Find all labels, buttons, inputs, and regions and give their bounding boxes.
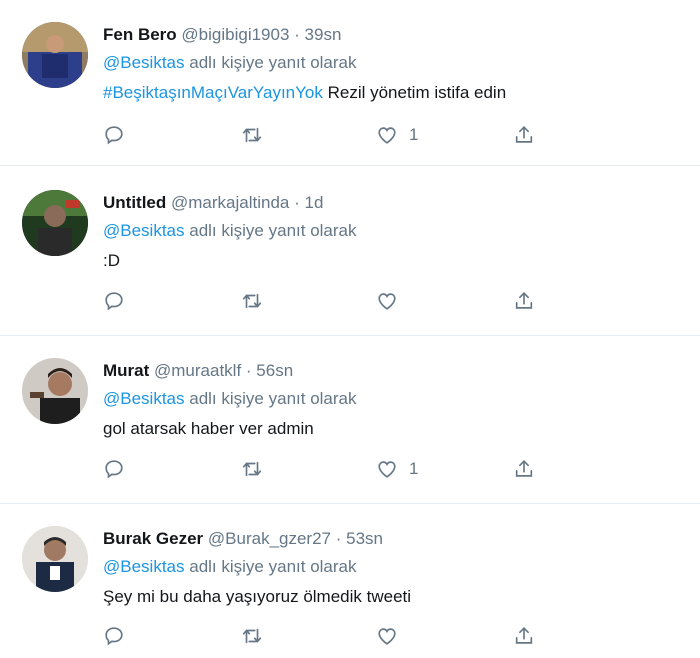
retweet-button[interactable] [241, 454, 263, 484]
avatar[interactable] [22, 526, 88, 592]
retweet-button[interactable] [241, 120, 263, 150]
reply-icon [105, 126, 123, 145]
reply-context: @Besiktas adlı kişiye yanıt olarak [103, 382, 690, 415]
reply-icon [105, 292, 123, 311]
author-handle[interactable]: @muraatklf [154, 361, 241, 380]
retweet-button[interactable] [241, 621, 263, 651]
tweet-time[interactable]: · 56sn [246, 361, 293, 380]
mention-link[interactable]: @Besiktas [103, 221, 185, 240]
tweet-text: Şey mi bu daha yaşıyoruz ölmedik tweeti [103, 580, 690, 613]
like-count: 1 [409, 459, 419, 478]
retweet-icon [242, 293, 262, 309]
retweet-button[interactable] [241, 286, 263, 316]
reply-context: @Besiktas adlı kişiye yanıt olarak [103, 550, 690, 583]
reply-button[interactable] [103, 286, 125, 316]
like-button[interactable]: 1 [376, 120, 418, 150]
tweet-body: Şey mi bu daha yaşıyoruz ölmedik tweeti [103, 587, 412, 606]
tweet-body: Rezil yönetim istifa edin [322, 83, 507, 102]
reply-button[interactable] [103, 120, 125, 150]
tweet-time[interactable]: · 1d [294, 193, 323, 212]
author-name[interactable]: Murat [103, 361, 149, 380]
reply-label: adlı kişiye yanıt olarak [189, 53, 357, 72]
reply-icon [105, 627, 123, 646]
like-icon [378, 628, 396, 645]
like-icon [378, 461, 396, 478]
share-button[interactable] [513, 621, 535, 651]
like-button[interactable] [376, 621, 409, 651]
tweet[interactable]: Murat @muraatklf · 56sn @Besiktas adlı k… [0, 336, 700, 504]
tweet-body: gol atarsak haber ver admin [103, 419, 314, 438]
author-handle[interactable]: @markajaltinda [171, 193, 289, 212]
share-icon [515, 126, 533, 143]
author-handle[interactable]: @Burak_gzer27 [208, 529, 331, 548]
reply-button[interactable] [103, 621, 125, 651]
like-icon [378, 127, 396, 144]
author-handle[interactable]: @bigibigi1903 [181, 25, 289, 44]
tweet-actions [103, 621, 663, 651]
tweet-text: #BeşiktaşınMaçıVarYayınYok Rezil yönetim… [103, 76, 690, 109]
avatar[interactable] [22, 22, 88, 88]
tweet-time[interactable]: · 53sn [336, 529, 383, 548]
like-button[interactable] [376, 286, 409, 316]
author-name[interactable]: Burak Gezer [103, 529, 203, 548]
tweet-text: gol atarsak haber ver admin [103, 412, 690, 445]
mention-link[interactable]: @Besiktas [103, 557, 185, 576]
share-button[interactable] [513, 454, 535, 484]
mention-link[interactable]: @Besiktas [103, 389, 185, 408]
share-button[interactable] [513, 120, 535, 150]
tweet-time[interactable]: · 39sn [294, 25, 341, 44]
reply-label: adlı kişiye yanıt olarak [189, 557, 357, 576]
reply-label: adlı kişiye yanıt olarak [189, 221, 357, 240]
retweet-icon [242, 127, 262, 143]
share-button[interactable] [513, 286, 535, 316]
share-icon [515, 460, 533, 477]
tweet[interactable]: Untitled @markajaltinda · 1d @Besiktas a… [0, 166, 700, 336]
retweet-icon [242, 628, 262, 644]
share-icon [515, 292, 533, 309]
share-icon [515, 627, 533, 644]
author-name[interactable]: Fen Bero [103, 25, 177, 44]
mention-link[interactable]: @Besiktas [103, 53, 185, 72]
avatar[interactable] [22, 358, 88, 424]
tweet-actions: 1 [103, 120, 663, 150]
tweet[interactable]: Burak Gezer @Burak_gzer27 · 53sn @Besikt… [0, 504, 700, 658]
like-count: 1 [409, 125, 419, 144]
tweet-text: :D [103, 244, 690, 277]
tweet-body: :D [103, 251, 120, 270]
tweet[interactable]: Fen Bero @bigibigi1903 · 39sn @Besiktas … [0, 0, 700, 166]
like-icon [378, 293, 396, 310]
reply-label: adlı kişiye yanıt olarak [189, 389, 357, 408]
retweet-icon [242, 461, 262, 477]
reply-context: @Besiktas adlı kişiye yanıt olarak [103, 214, 690, 247]
reply-icon [105, 460, 123, 479]
like-button[interactable]: 1 [376, 454, 418, 484]
tweet-actions [103, 286, 663, 316]
tweet-actions: 1 [103, 454, 663, 484]
hashtag-link[interactable]: #BeşiktaşınMaçıVarYayınYok [103, 83, 323, 102]
reply-context: @Besiktas adlı kişiye yanıt olarak [103, 46, 690, 79]
avatar[interactable] [22, 190, 88, 256]
reply-button[interactable] [103, 454, 125, 484]
tweet-feed: Fen Bero @bigibigi1903 · 39sn @Besiktas … [0, 0, 700, 658]
author-name[interactable]: Untitled [103, 193, 166, 212]
